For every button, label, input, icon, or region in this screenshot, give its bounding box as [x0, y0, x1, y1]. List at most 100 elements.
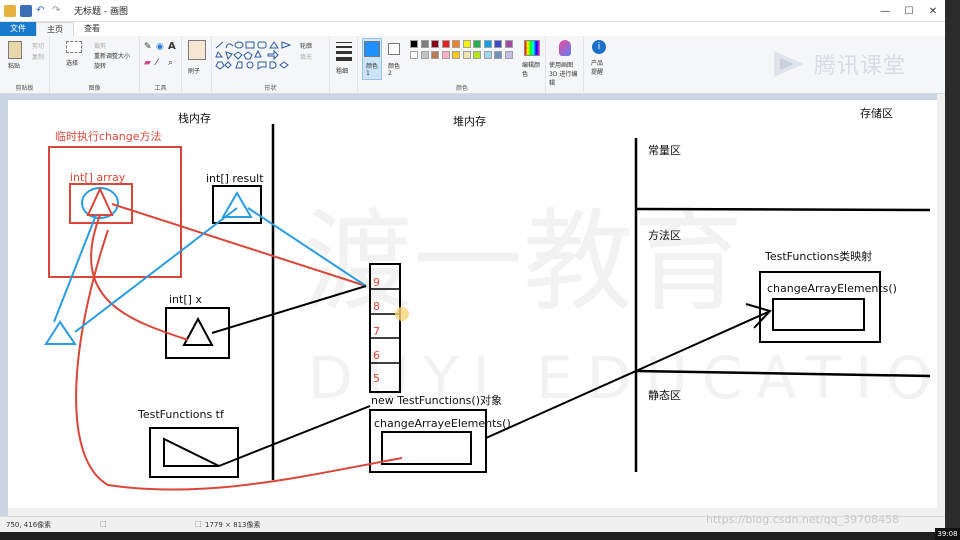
color2-swatch[interactable]	[388, 43, 400, 55]
ribbon: 粘贴 剪切 复制 剪贴板 选择 裁剪 重新调整大小 旋转 图像 ✎ ◉ A ▰ …	[0, 36, 945, 94]
palette-swatch[interactable]	[410, 40, 418, 48]
array-cell-2: 7	[373, 325, 380, 338]
new-object-label: new TestFunctions()对象	[371, 393, 502, 407]
palette-swatch[interactable]	[462, 40, 471, 48]
tab-home[interactable]: 主页	[36, 22, 74, 36]
edit-colors-button[interactable]: 编辑颜色	[522, 60, 542, 78]
close-button[interactable]: ✕	[921, 0, 945, 22]
undo-icon[interactable]: ↶	[36, 5, 48, 17]
redo-icon[interactable]: ↷	[52, 5, 64, 17]
product-alert-group: i 产品提醒	[584, 36, 614, 94]
object-method-label: changeArrayeElements()	[374, 417, 511, 430]
x-var-box	[165, 307, 230, 359]
size-icon[interactable]	[336, 42, 352, 61]
play-logo-icon	[774, 51, 804, 77]
palette-swatch[interactable]	[431, 51, 439, 59]
array-ref-circle	[81, 187, 119, 219]
cut-button[interactable]: 剪切	[32, 41, 44, 50]
const-method-divider	[635, 207, 931, 212]
image-group: 选择 裁剪 重新调整大小 旋转 图像	[50, 36, 140, 94]
palette-swatch[interactable]	[431, 40, 439, 48]
palette-swatch[interactable]	[441, 51, 450, 59]
paint3d-button[interactable]: 使用画图 3D 进行编辑	[549, 60, 583, 87]
selection-icon: ⬚	[100, 520, 107, 528]
palette-swatch[interactable]	[504, 40, 513, 48]
clipboard-icon[interactable]	[8, 41, 22, 59]
tab-view[interactable]: 查看	[74, 22, 110, 36]
title-bar: ↶ ↷ 无标题 - 画图 — ☐ ✕	[0, 0, 945, 22]
select-button[interactable]: 选择	[66, 58, 78, 67]
shapes-group: 轮廓 填充 形状	[212, 36, 330, 94]
color-picker-icon[interactable]: ⁄	[156, 58, 158, 68]
palette-swatch[interactable]	[462, 51, 471, 59]
maximize-button[interactable]: ☐	[897, 0, 921, 22]
brushes-group: 刷子	[182, 36, 212, 94]
paste-button[interactable]: 粘贴	[8, 61, 20, 70]
tools-group: ✎ ◉ A ▰ ⁄ ⌕ 工具	[140, 36, 182, 94]
brush-icon[interactable]	[188, 40, 206, 60]
blue-triangle	[44, 320, 77, 345]
save-icon[interactable]	[20, 4, 32, 17]
palette-swatch[interactable]	[473, 40, 481, 48]
class-method-box	[772, 298, 865, 331]
x-ref-marker	[182, 316, 214, 346]
paint-app-icon	[4, 4, 16, 17]
palette-swatch[interactable]	[504, 51, 513, 59]
minimize-button[interactable]: —	[873, 0, 897, 22]
paint3d-icon[interactable]	[559, 40, 571, 56]
array-cell-4: 5	[373, 372, 380, 385]
fill-button[interactable]: 填充	[300, 52, 312, 61]
brushes-button[interactable]: 刷子	[188, 66, 200, 75]
resize-button[interactable]: 重新调整大小	[94, 51, 130, 60]
result-var-label: int[] result	[206, 172, 264, 185]
rotate-button[interactable]: 旋转	[94, 61, 106, 70]
palette-swatch[interactable]	[452, 40, 460, 48]
palette-swatch[interactable]	[420, 40, 429, 48]
size-button[interactable]: 粗细	[336, 66, 348, 75]
taskbar-strip	[0, 532, 945, 540]
edit-colors-icon[interactable]	[524, 40, 540, 56]
shapes-gallery[interactable]	[214, 40, 294, 70]
paint-app-window: ↶ ↷ 无标题 - 画图 — ☐ ✕ 文件 主页 查看 粘贴 剪切 复制 剪贴板…	[0, 0, 960, 540]
class-method-label: changeArrayElements()	[767, 282, 897, 295]
array-cell-3: 6	[373, 349, 380, 362]
copy-button[interactable]: 复制	[32, 52, 44, 61]
fill-icon[interactable]: ◉	[156, 42, 164, 52]
eraser-icon[interactable]: ▰	[144, 58, 151, 68]
storage-title: 存储区	[860, 106, 893, 120]
text-icon[interactable]: A	[168, 41, 176, 52]
info-icon[interactable]: i	[592, 40, 606, 54]
edit-colors-group: 编辑颜色	[518, 36, 546, 94]
canvas-size-icon: ⬚	[195, 520, 202, 528]
outline-button[interactable]: 轮廓	[300, 41, 312, 50]
logo-text: 腾讯课堂	[814, 54, 907, 79]
crop-button[interactable]: 裁剪	[94, 41, 106, 50]
result-ref-marker	[221, 191, 253, 218]
color1-swatch[interactable]	[364, 41, 380, 57]
drawing-canvas[interactable]: 渡一教育 DUYI EDUCATION 栈内存 堆内存 存储区 常量区 方法区 …	[8, 100, 937, 510]
palette-swatch[interactable]	[483, 51, 492, 59]
palette-swatch[interactable]	[483, 40, 492, 48]
palette-swatch[interactable]	[494, 51, 502, 59]
vertical-scrollbar[interactable]	[937, 94, 945, 516]
palette-group: 颜色	[406, 36, 518, 94]
tools-label: 工具	[154, 85, 167, 92]
window-title: 无标题 - 画图	[74, 7, 128, 17]
palette-swatch[interactable]	[473, 51, 481, 59]
ribbon-tabs: 文件 主页 查看	[0, 22, 945, 36]
product-alert-button[interactable]: 产品提醒	[591, 58, 607, 76]
const-area-label: 常量区	[648, 144, 681, 157]
tencent-classroom-logo: 腾讯课堂	[770, 48, 906, 80]
color1-label: 颜色 1	[366, 63, 379, 77]
palette-swatch[interactable]	[441, 40, 450, 48]
palette-swatch[interactable]	[452, 51, 460, 59]
palette-swatch[interactable]	[410, 51, 418, 59]
select-icon[interactable]	[66, 41, 82, 53]
size-group: 粗细	[330, 36, 358, 94]
tab-file[interactable]: 文件	[0, 22, 36, 36]
pencil-icon[interactable]: ✎	[144, 42, 152, 52]
palette-swatch[interactable]	[420, 51, 429, 59]
palette-swatch[interactable]	[494, 40, 502, 48]
static-area-label: 静态区	[648, 388, 681, 402]
magnifier-icon[interactable]: ⌕	[168, 58, 173, 68]
